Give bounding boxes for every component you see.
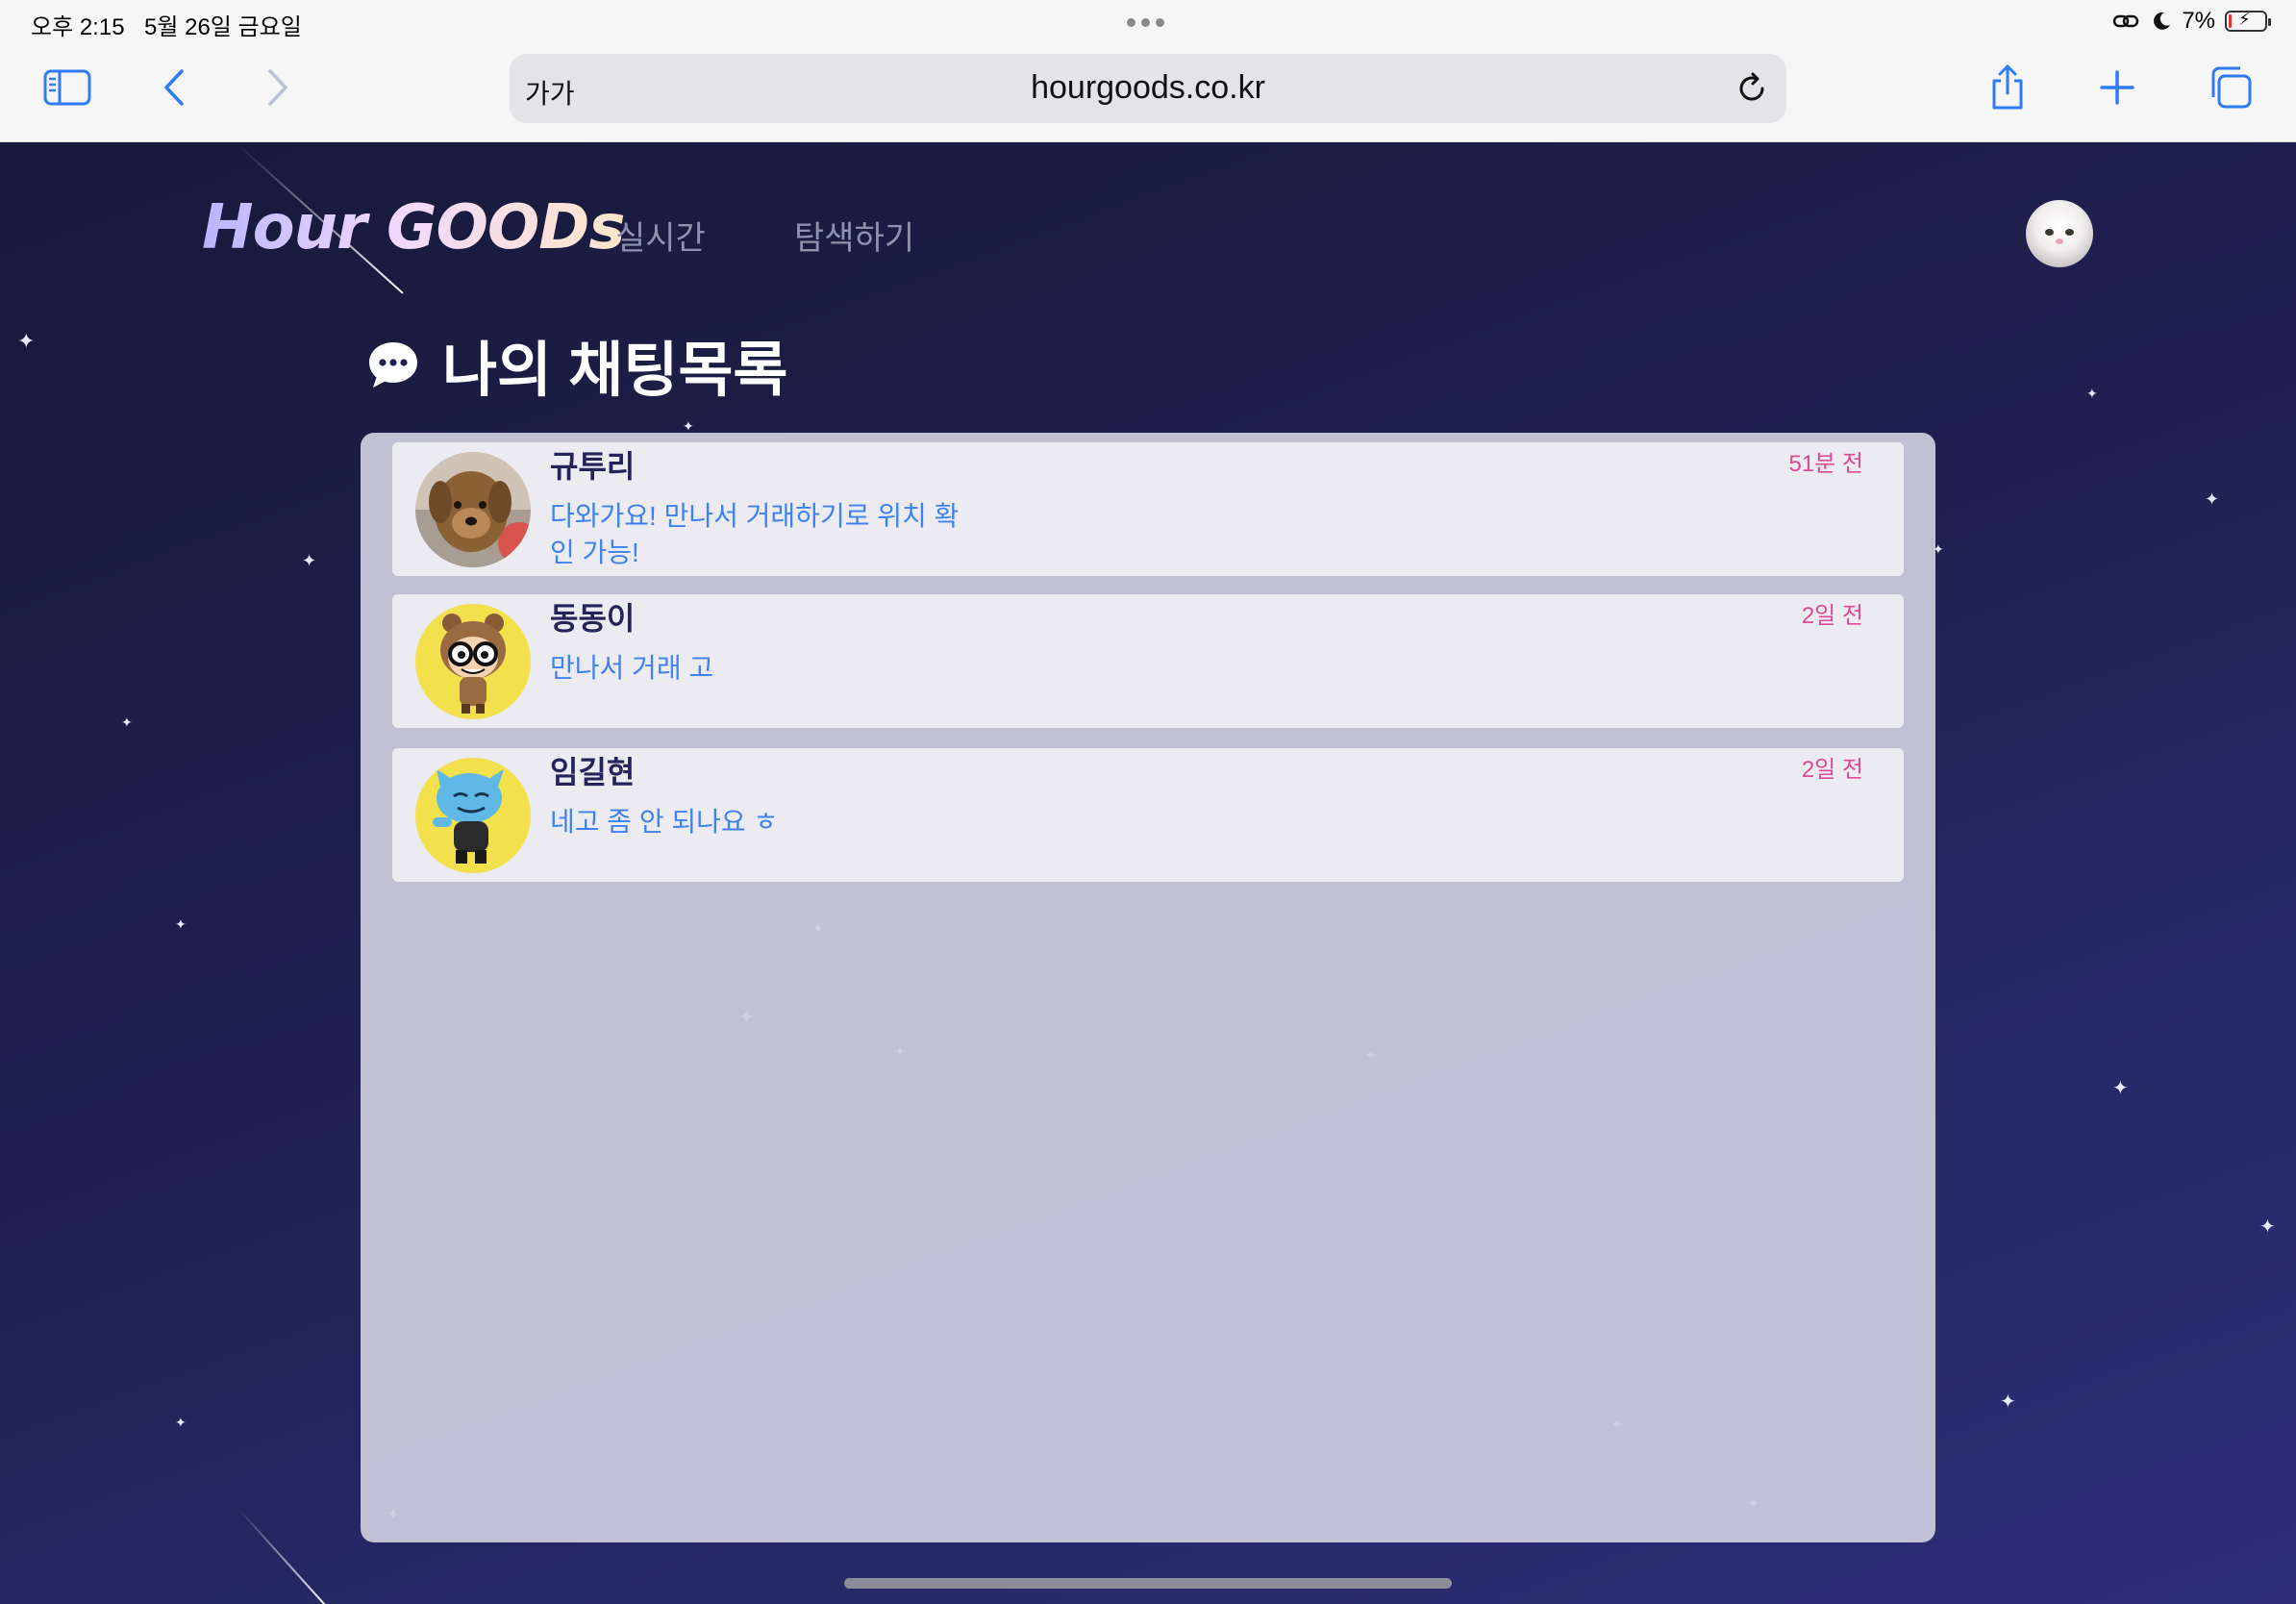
reload-icon[interactable] bbox=[1733, 69, 1771, 108]
star-icon: ✦ bbox=[175, 916, 187, 932]
link-icon bbox=[2113, 14, 2139, 28]
star-icon: ✦ bbox=[302, 551, 317, 570]
status-bar: 오후 2:15 5월 26일 금요일 7% ⚡ bbox=[0, 0, 2296, 44]
star-icon: ✦ bbox=[2086, 386, 2098, 401]
shooting-star bbox=[237, 1508, 330, 1604]
star-icon: ✦ bbox=[2000, 1391, 2016, 1413]
share-icon[interactable] bbox=[1979, 63, 2036, 112]
tabs-icon[interactable] bbox=[2202, 63, 2259, 112]
chat-avatar-bear bbox=[415, 604, 531, 719]
chat-name: 임길현 bbox=[550, 755, 636, 789]
battery-level bbox=[2229, 14, 2232, 28]
nav-explore[interactable]: 탐색하기 bbox=[794, 212, 914, 259]
chat-message: 만나서 거래 고 bbox=[550, 653, 714, 683]
chat-list-panel: 규투리 다와가요! 만나서 거래하기로 위치 확인 가능! 51분 전 동동이 … bbox=[361, 433, 1935, 1542]
status-date: 5월 26일 금요일 bbox=[144, 14, 302, 40]
moon-icon bbox=[2154, 12, 2171, 30]
battery-percent: 7% bbox=[2182, 8, 2215, 34]
avatar-nose bbox=[2056, 238, 2063, 244]
battery-icon: ⚡ bbox=[2225, 10, 2271, 32]
multitasking-dots-icon[interactable] bbox=[1127, 18, 1164, 27]
user-avatar[interactable] bbox=[2026, 200, 2093, 267]
browser-toolbar: 가가 hourgoods.co.kr bbox=[0, 44, 2296, 142]
chat-message: 다와가요! 만나서 거래하기로 위치 확인 가능! bbox=[550, 501, 960, 567]
chat-row[interactable]: 임길현 네고 좀 안 되나요 ㅎ 2일 전 bbox=[392, 748, 1904, 882]
star-icon: ✦ bbox=[2259, 1216, 2276, 1238]
avatar-eye bbox=[2065, 229, 2074, 236]
chat-time: 51분 전 bbox=[1788, 451, 1863, 477]
star-icon: ✦ bbox=[17, 329, 36, 353]
new-tab-icon[interactable] bbox=[2088, 63, 2146, 112]
chat-message: 네고 좀 안 되나요 ㅎ bbox=[550, 807, 779, 837]
web-page: ✦ ✦ ✦ ✦ ✦ ✦ ✦ ✦ ✦ ✦ ✦ ✦ ✦ ✦ ✦ ✦ ✦ ✦ ✦ ✦ … bbox=[0, 142, 2296, 1604]
chat-bubble-icon bbox=[369, 342, 417, 388]
home-indicator[interactable] bbox=[844, 1578, 1452, 1589]
status-time: 오후 2:15 bbox=[31, 14, 125, 40]
page-title: 나의 채팅목록 bbox=[365, 321, 787, 408]
back-icon[interactable] bbox=[146, 63, 204, 112]
sidebar-icon[interactable] bbox=[38, 63, 96, 112]
chat-avatar-dog bbox=[415, 452, 531, 567]
chat-avatar-blue-cat bbox=[415, 758, 531, 873]
url-text[interactable]: hourgoods.co.kr bbox=[510, 69, 1786, 107]
star-icon: ✦ bbox=[683, 418, 694, 434]
star-icon: ✦ bbox=[2112, 1078, 2129, 1099]
chat-name: 규투리 bbox=[550, 449, 636, 484]
star-icon: ✦ bbox=[2205, 489, 2220, 509]
forward-icon[interactable] bbox=[248, 63, 306, 112]
chat-row[interactable]: 동동이 만나서 거래 고 2일 전 bbox=[392, 594, 1904, 728]
chat-name: 동동이 bbox=[550, 601, 636, 636]
chat-time: 2일 전 bbox=[1801, 757, 1863, 783]
chat-time: 2일 전 bbox=[1801, 603, 1863, 629]
page-title-text: 나의 채팅목록 bbox=[442, 338, 788, 404]
avatar-eye bbox=[2045, 229, 2054, 236]
star-icon: ✦ bbox=[175, 1415, 187, 1430]
address-bar[interactable]: 가가 hourgoods.co.kr bbox=[510, 54, 1786, 123]
status-indicators: 7% ⚡ bbox=[2112, 8, 2271, 35]
site-logo[interactable]: Hour GOODs bbox=[202, 192, 625, 263]
chat-row[interactable]: 규투리 다와가요! 만나서 거래하기로 위치 확인 가능! 51분 전 bbox=[392, 442, 1904, 576]
star-icon: ✦ bbox=[121, 714, 133, 730]
charging-bolt-icon: ⚡ bbox=[2238, 10, 2251, 29]
nav-realtime[interactable]: 실시간 bbox=[615, 212, 706, 259]
